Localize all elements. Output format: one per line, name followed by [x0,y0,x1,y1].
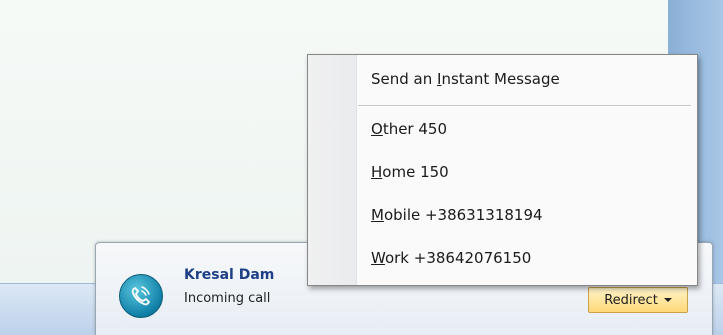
menu-item-text: Send an [371,70,438,88]
menu-item-accelerator: M [371,206,384,224]
menu-icon-gutter [308,55,357,285]
caller-name: Kresal Dam [184,267,275,283]
menu-item-accelerator: W [371,249,385,267]
menu-item-text: ther 450 [382,120,447,138]
menu-item-home[interactable]: Home 150 [371,163,449,181]
menu-item-accelerator: O [371,120,383,138]
phone-call-icon-glyph [131,286,150,306]
menu-item-accelerator: H [371,163,383,181]
menu-item-text: obile +38631318194 [383,206,543,224]
redirect-button[interactable]: Redirect [588,287,688,313]
menu-separator [358,105,691,107]
menu-item-other[interactable]: Other 450 [371,120,447,138]
menu-item-text: nstant Message [441,70,560,88]
call-status: Incoming call [184,291,271,306]
chevron-down-icon [663,298,672,302]
menu-item-text: ork +38642076150 [384,249,532,267]
phone-call-icon [119,274,163,318]
menu-item-work[interactable]: Work +38642076150 [371,249,531,267]
redirect-button-label: Redirect [604,292,658,308]
menu-item-send-instant-message[interactable]: Send an Instant Message [371,70,560,88]
redirect-menu: Send an Instant Message Other 450 Home 1… [307,54,698,286]
menu-item-mobile[interactable]: Mobile +38631318194 [371,206,543,224]
menu-item-text: ome 150 [382,163,449,181]
